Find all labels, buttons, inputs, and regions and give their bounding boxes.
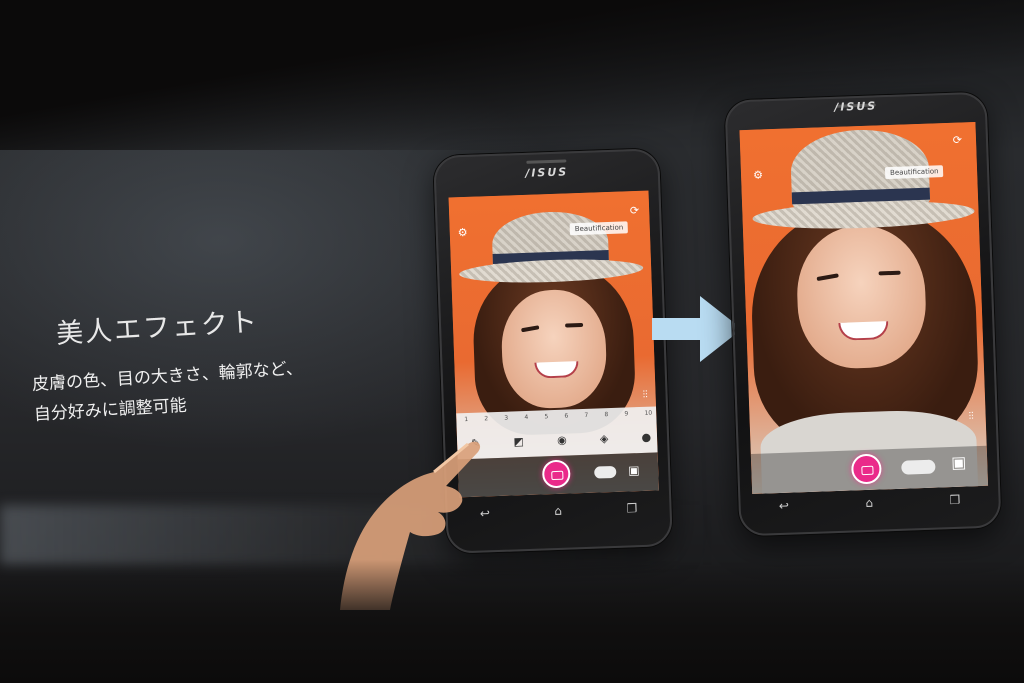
- mode-toggle[interactable]: [594, 465, 617, 479]
- gallery-icon[interactable]: ▣: [628, 463, 640, 477]
- slider-tick: 7: [584, 411, 589, 419]
- gear-icon[interactable]: ⚙: [458, 226, 468, 239]
- back-icon[interactable]: ↩: [779, 499, 790, 513]
- home-icon[interactable]: ⌂: [865, 496, 873, 510]
- recent-apps-icon[interactable]: ❐: [949, 493, 960, 507]
- screen-bottom-shade: [0, 560, 1024, 683]
- recent-apps-icon[interactable]: ❐: [626, 501, 637, 515]
- skin-smooth-icon[interactable]: ◩: [513, 435, 524, 448]
- sliders-icon[interactable]: ⫶⫶: [968, 411, 973, 422]
- beautification-label[interactable]: Beautification: [884, 165, 944, 180]
- profile-icon[interactable]: ●: [641, 431, 651, 444]
- sliders-icon[interactable]: ⫶⫶: [642, 390, 647, 401]
- slider-tick: 8: [604, 411, 609, 419]
- face-shape-icon[interactable]: ◈: [600, 432, 609, 445]
- eye: [878, 270, 901, 276]
- slider-tick: 3: [504, 414, 509, 422]
- gear-icon[interactable]: ⚙: [753, 168, 763, 181]
- home-icon[interactable]: ⌂: [554, 504, 562, 518]
- brand-logo: /ISUS: [834, 99, 878, 114]
- face: [499, 288, 608, 410]
- camera-switch-icon[interactable]: ⟳: [630, 204, 640, 217]
- eye-size-icon[interactable]: ◉: [557, 434, 567, 447]
- camera-switch-icon[interactable]: ⟳: [953, 133, 963, 146]
- beautification-label[interactable]: Beautification: [569, 221, 629, 236]
- beauty-tool-row: ✎ ◩ ◉ ◈ ●: [471, 431, 651, 450]
- camera-bottom-bar: ▣: [750, 445, 989, 494]
- speaker-grille: [526, 159, 567, 164]
- arrow-right-icon: [652, 296, 742, 362]
- phone-display-after: Beautification ⚙ ⟳ ⫶⫶ ▣: [739, 121, 989, 494]
- phone-after: /ISUS Beautification ⚙ ⟳ ⫶⫶ ▣ ↩ ⌂ ❐: [724, 91, 1002, 537]
- slider-tick: 5: [544, 413, 549, 421]
- slider-tick: 9: [624, 410, 629, 418]
- eye: [565, 322, 584, 328]
- nav-bar: ↩ ⌂ ❐: [740, 491, 998, 514]
- shutter-button[interactable]: [850, 453, 882, 485]
- slider-tick: 6: [564, 412, 569, 420]
- brand-logo: /ISUS: [525, 165, 569, 180]
- gallery-thumbnail-icon[interactable]: ▣: [951, 452, 967, 472]
- slider-tick: 10: [644, 409, 653, 417]
- slider-tick: 4: [524, 413, 529, 422]
- mode-toggle[interactable]: [901, 459, 936, 475]
- slider-scale: 1 2 3 4 5 6 7 8 9 10: [464, 410, 652, 424]
- shutter-button[interactable]: [541, 459, 571, 489]
